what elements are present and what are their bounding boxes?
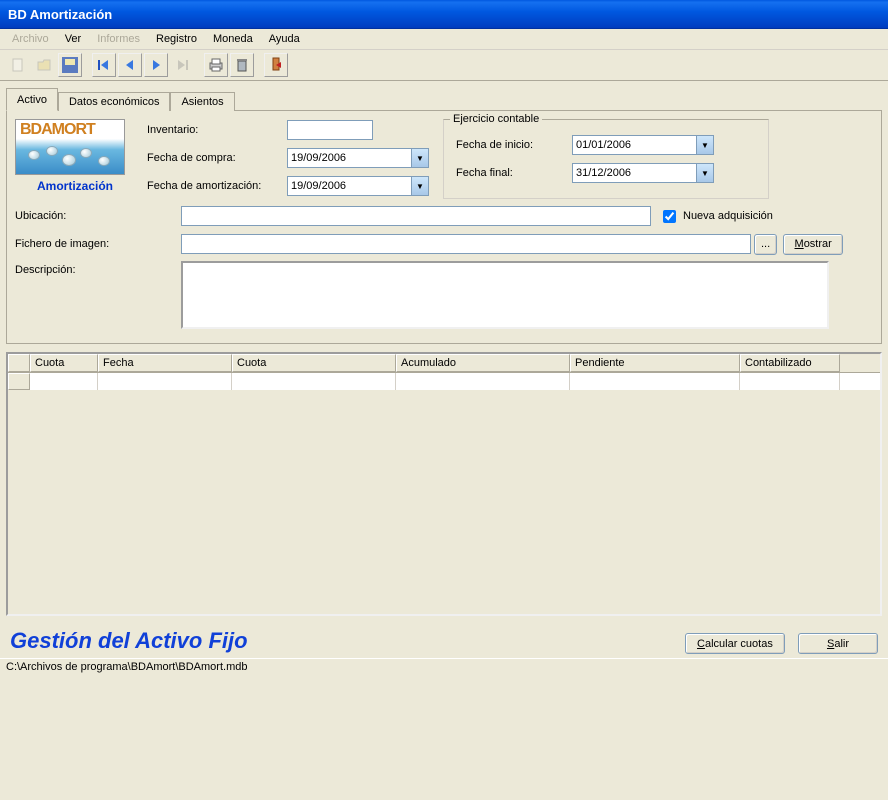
menu-ayuda[interactable]: Ayuda [261, 31, 308, 47]
ubicacion-label: Ubicación: [15, 210, 181, 222]
fecha-final-value: 31/12/2006 [576, 167, 631, 179]
print-icon[interactable] [204, 53, 228, 77]
menu-archivo[interactable]: Archivo [4, 31, 57, 47]
fecha-compra-combo[interactable]: 19/09/2006 ▼ [287, 148, 429, 168]
fecha-compra-label: Fecha de compra: [147, 152, 287, 164]
logo-text: BDAMORT [20, 121, 95, 139]
nueva-adquisicion-checkbox[interactable] [663, 210, 676, 223]
dropdown-arrow-icon[interactable]: ▼ [411, 177, 428, 195]
grid-header-fecha[interactable]: Fecha [98, 354, 232, 372]
fecha-amort-label: Fecha de amortización: [147, 180, 287, 192]
menu-moneda[interactable]: Moneda [205, 31, 261, 47]
amortization-grid: Cuota Fecha Cuota Acumulado Pendiente Co… [6, 352, 882, 616]
tab-datos-economicos[interactable]: Datos económicos [58, 92, 171, 111]
descripcion-label: Descripción: [15, 261, 181, 276]
open-icon [32, 53, 56, 77]
dropdown-arrow-icon[interactable]: ▼ [696, 136, 713, 154]
menu-registro[interactable]: Registro [148, 31, 205, 47]
ejercicio-legend: Ejercicio contable [450, 113, 542, 125]
inventario-input[interactable] [287, 120, 373, 140]
descripcion-textarea[interactable] [181, 261, 829, 329]
title-bar: BD Amortización [0, 0, 888, 29]
salir-button[interactable]: Salir [798, 633, 878, 654]
menu-informes[interactable]: Informes [89, 31, 148, 47]
tab-strip: Activo Datos económicos Asientos [6, 87, 882, 110]
tab-panel-activo: BDAMORT Amortización Inventario: Fecha d… [6, 110, 882, 344]
menu-bar: Archivo Ver Informes Registro Moneda Ayu… [0, 29, 888, 50]
fecha-amort-combo[interactable]: 19/09/2006 ▼ [287, 176, 429, 196]
trash-icon[interactable] [230, 53, 254, 77]
nav-next-icon[interactable] [144, 53, 168, 77]
toolbar [0, 50, 888, 81]
window-title: BD Amortización [8, 7, 112, 22]
mostrar-button[interactable]: Mostrar [783, 234, 843, 255]
tab-activo[interactable]: Activo [6, 88, 58, 111]
table-row[interactable] [8, 373, 880, 390]
calcular-cuotas-button[interactable]: Calcular cuotas [685, 633, 785, 654]
save-icon[interactable] [58, 53, 82, 77]
fecha-compra-value: 19/09/2006 [291, 152, 346, 164]
fichero-input[interactable] [181, 234, 751, 254]
grid-header[interactable] [8, 354, 30, 372]
fecha-inicio-combo[interactable]: 01/01/2006 ▼ [572, 135, 714, 155]
nueva-adquisicion-label: Nueva adquisición [683, 210, 773, 222]
fecha-final-label: Fecha final: [456, 167, 572, 179]
fecha-final-combo[interactable]: 31/12/2006 ▼ [572, 163, 714, 183]
nav-prev-icon[interactable] [118, 53, 142, 77]
grid-body-empty [8, 390, 880, 614]
dropdown-arrow-icon[interactable]: ▼ [411, 149, 428, 167]
logo: BDAMORT Amortización [15, 119, 135, 193]
new-icon [6, 53, 30, 77]
dropdown-arrow-icon[interactable]: ▼ [696, 164, 713, 182]
grid-header-cuota[interactable]: Cuota [30, 354, 98, 372]
ejercicio-fieldset: Ejercicio contable Fecha de inicio: 01/0… [443, 119, 769, 199]
exit-icon[interactable] [264, 53, 288, 77]
grid-header-acumulado[interactable]: Acumulado [396, 354, 570, 372]
grid-header-contabilizado[interactable]: Contabilizado [740, 354, 840, 372]
fecha-amort-value: 19/09/2006 [291, 180, 346, 192]
grid-header-pendiente[interactable]: Pendiente [570, 354, 740, 372]
brand-text: Gestión del Activo Fijo [10, 628, 248, 654]
fecha-inicio-value: 01/01/2006 [576, 139, 631, 151]
ubicacion-input[interactable] [181, 206, 651, 226]
tab-asientos[interactable]: Asientos [170, 92, 234, 111]
status-bar: C:\Archivos de programa\BDAmort\BDAmort.… [0, 658, 888, 675]
menu-ver[interactable]: Ver [57, 31, 90, 47]
fichero-label: Fichero de imagen: [15, 238, 181, 250]
nav-last-icon [170, 53, 194, 77]
inventario-label: Inventario: [147, 124, 287, 136]
fecha-inicio-label: Fecha de inicio: [456, 139, 572, 151]
grid-header-cuota2[interactable]: Cuota [232, 354, 396, 372]
nav-first-icon[interactable] [92, 53, 116, 77]
footer: Gestión del Activo Fijo Calcular cuotas … [0, 622, 888, 658]
browse-button[interactable]: ... [754, 234, 777, 255]
logo-caption: Amortización [15, 179, 135, 193]
